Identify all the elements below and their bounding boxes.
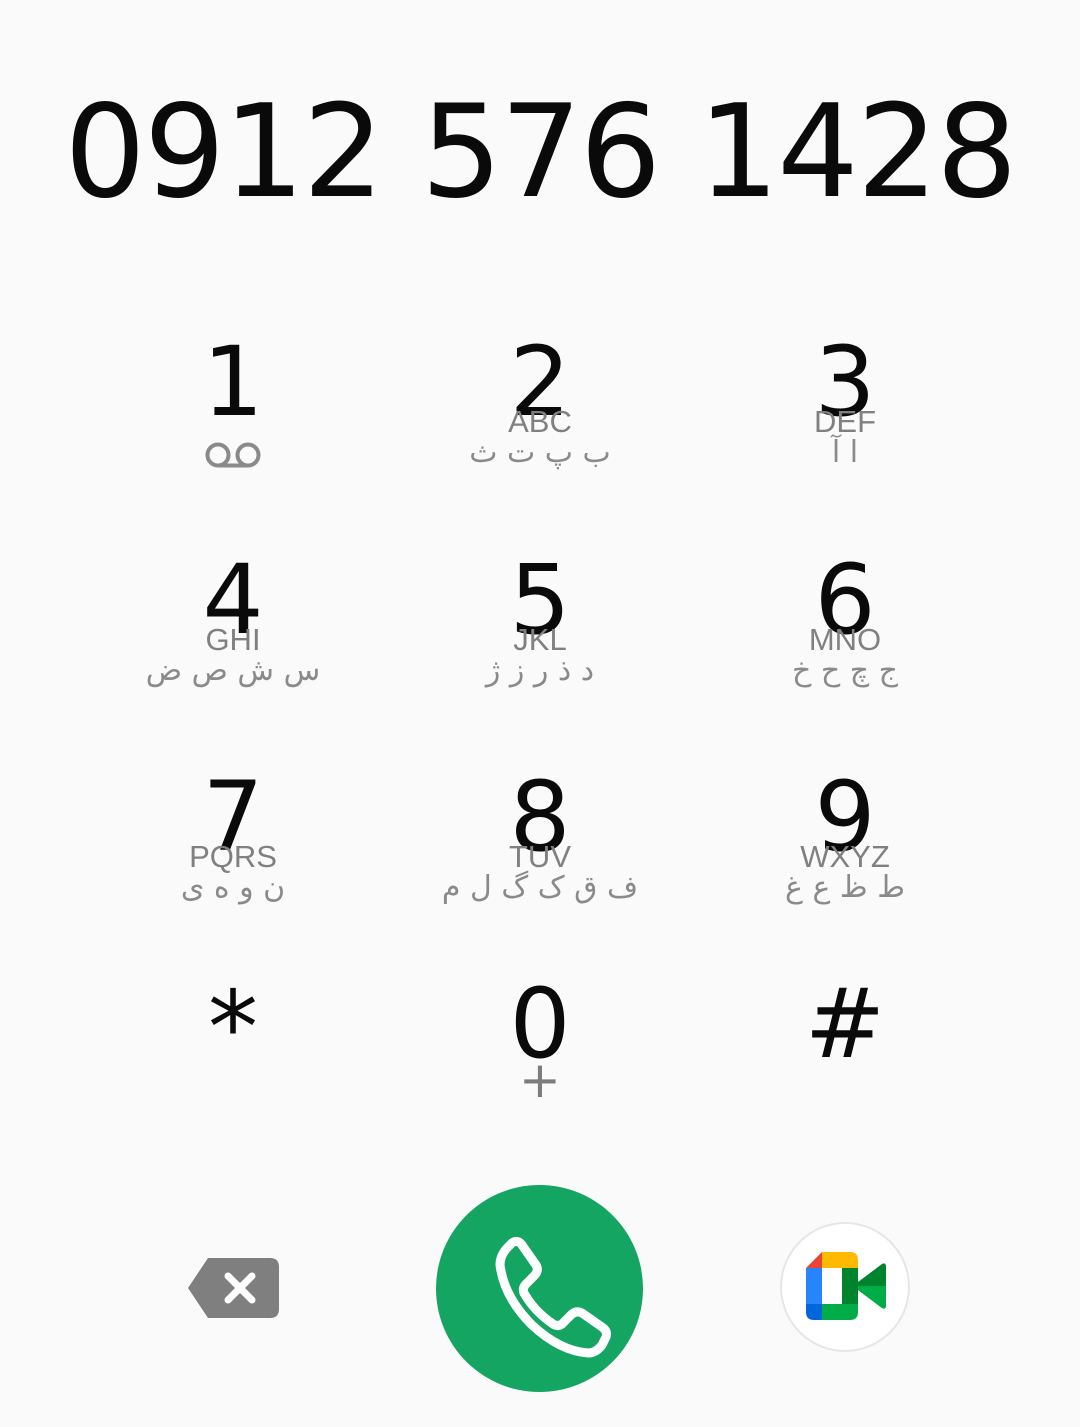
key-persian-letters: ف ق ک گ ل م bbox=[441, 870, 639, 905]
call-button[interactable] bbox=[436, 1185, 643, 1392]
key-plus-label: + bbox=[519, 1051, 561, 1109]
key-digit: * bbox=[208, 969, 258, 1086]
key-8[interactable]: 8 TUV ف ق ک گ ل م bbox=[420, 743, 660, 943]
key-persian-letters: د ذ ر ز ژ bbox=[485, 653, 595, 688]
key-digit: # bbox=[804, 968, 886, 1080]
key-digit: 1 bbox=[202, 326, 264, 438]
key-hash[interactable]: # bbox=[725, 950, 965, 1150]
key-2[interactable]: 2 ABC ب پ ت ث bbox=[420, 308, 660, 508]
key-0[interactable]: 0 + bbox=[420, 950, 660, 1150]
video-call-button[interactable] bbox=[782, 1224, 908, 1350]
key-letters: MNO bbox=[808, 622, 882, 657]
dialed-number[interactable]: 0912 576 1428 bbox=[0, 78, 1080, 228]
key-letters: ABC bbox=[508, 404, 572, 439]
key-letters: WXYZ bbox=[800, 839, 890, 874]
backspace-button[interactable] bbox=[178, 1248, 288, 1328]
key-star[interactable]: * bbox=[113, 950, 353, 1150]
key-persian-letters: ن و ه ی bbox=[180, 870, 286, 905]
key-letters: GHI bbox=[205, 622, 261, 657]
phone-icon bbox=[495, 1236, 611, 1358]
key-persian-letters: ا آ bbox=[831, 435, 859, 470]
key-3[interactable]: 3 DEF ا آ bbox=[725, 308, 965, 508]
key-6[interactable]: 6 MNO ج چ ح خ bbox=[725, 526, 965, 726]
key-1[interactable]: 1 bbox=[113, 308, 353, 508]
key-persian-letters: ب پ ت ث bbox=[469, 435, 611, 470]
key-persian-letters: ج چ ح خ bbox=[791, 653, 899, 688]
backspace-icon bbox=[188, 1258, 279, 1318]
key-letters: DEF bbox=[814, 404, 876, 439]
dialer-screen: 0912 576 1428 1 2 ABC ب پ ت ث 3 DEF ا آ … bbox=[0, 0, 1080, 1427]
key-5[interactable]: 5 JKL د ذ ر ز ژ bbox=[420, 526, 660, 726]
key-persian-letters: س ش ص ض bbox=[145, 653, 321, 688]
key-letters: TUV bbox=[509, 839, 571, 874]
key-letters: JKL bbox=[513, 622, 567, 657]
key-4[interactable]: 4 GHI س ش ص ض bbox=[113, 526, 353, 726]
key-letters: PQRS bbox=[189, 839, 277, 874]
key-persian-letters: ط ظ ع غ bbox=[785, 870, 905, 905]
google-meet-icon bbox=[806, 1252, 886, 1320]
key-9[interactable]: 9 WXYZ ط ظ ع غ bbox=[725, 743, 965, 943]
key-7[interactable]: 7 PQRS ن و ه ی bbox=[113, 743, 353, 943]
voicemail-icon bbox=[113, 438, 353, 472]
